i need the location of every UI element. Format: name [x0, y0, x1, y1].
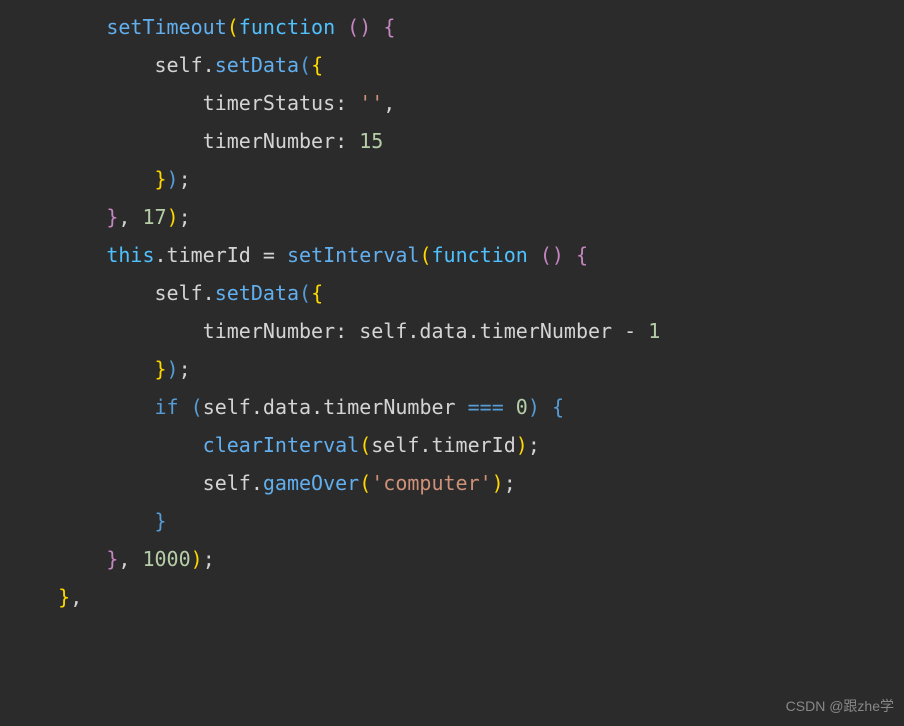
code-line: self.setData({	[10, 274, 904, 312]
fn-setTimeout: setTimeout	[106, 15, 226, 39]
code-line: },	[10, 578, 904, 616]
code-line: self.setData({	[10, 46, 904, 84]
code-line: timerNumber: self.data.timerNumber - 1	[10, 312, 904, 350]
code-line: }, 1000);	[10, 540, 904, 578]
code-line: });	[10, 160, 904, 198]
code-line: timerStatus: '',	[10, 84, 904, 122]
code-line: }, 17);	[10, 198, 904, 236]
code-line: setTimeout(function () {	[10, 8, 904, 46]
code-line: clearInterval(self.timerId);	[10, 426, 904, 464]
code-line: timerNumber: 15	[10, 122, 904, 160]
code-line: this.timerId = setInterval(function () {	[10, 236, 904, 274]
code-line: });	[10, 350, 904, 388]
code-line: if (self.data.timerNumber === 0) {	[10, 388, 904, 426]
code-line: self.gameOver('computer');	[10, 464, 904, 502]
code-line: }	[10, 502, 904, 540]
watermark: CSDN @跟zhe学	[786, 693, 894, 720]
code-editor[interactable]: setTimeout(function () { self.setData({ …	[0, 8, 904, 616]
